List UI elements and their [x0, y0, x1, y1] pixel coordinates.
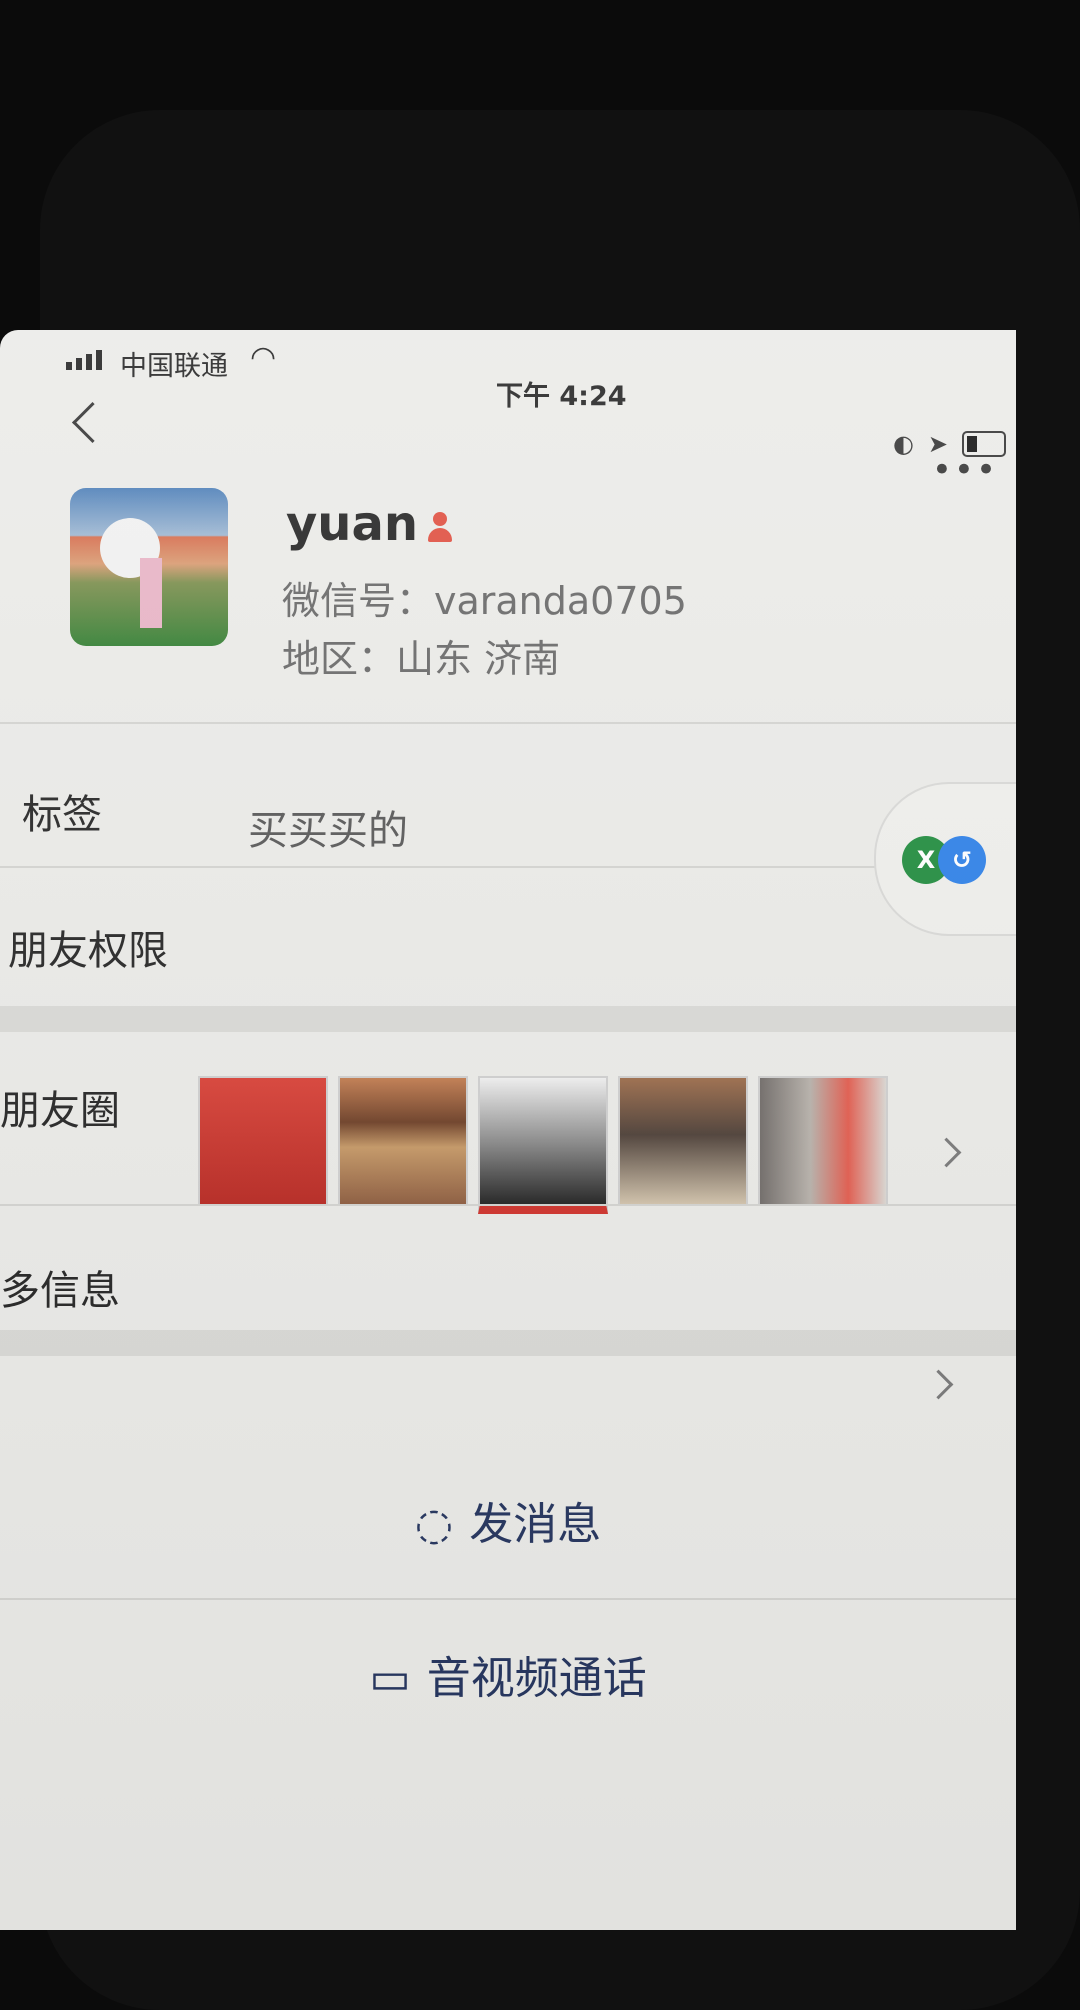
moments-photos[interactable] — [198, 1076, 888, 1214]
wechat-id: 微信号：varanda0705 — [282, 579, 687, 623]
carrier-name: 中国联通 — [120, 351, 228, 382]
section-separator — [0, 1006, 1016, 1032]
friend-permissions-label: 朋友权限 — [8, 928, 168, 974]
more-info-chevron-icon[interactable] — [923, 1369, 954, 1400]
moments-photo[interactable] — [758, 1076, 888, 1206]
wechat-profile-screen: 中国联通 ◠ 下午 4:24 ◐ ➤ ••• yuan 微信号：varanda0… — [0, 330, 1016, 1930]
profile-divider — [0, 722, 1016, 724]
person-icon — [425, 512, 455, 542]
status-time: 下午 4:24 — [496, 381, 627, 412]
more-info-label: 多信息 — [0, 1268, 120, 1314]
wifi-icon: ◠ — [250, 340, 277, 375]
moments-photo[interactable] — [478, 1076, 608, 1214]
video-icon: ▭ — [369, 1653, 411, 1704]
video-call-label: 音视频通话 — [426, 1653, 647, 1704]
tags-divider — [0, 866, 1016, 868]
video-call-button[interactable]: ▭ 音视频通话 — [0, 1642, 1016, 1706]
avatar[interactable] — [70, 488, 228, 646]
back-icon[interactable] — [71, 401, 114, 444]
region: 地区：山东 济南 — [282, 637, 561, 681]
signal-icon — [66, 350, 102, 370]
action-divider — [0, 1598, 1016, 1600]
moments-photo[interactable] — [338, 1076, 468, 1206]
profile-name: yuan — [286, 496, 419, 552]
more-icon[interactable]: ••• — [932, 450, 998, 490]
chat-icon: ◌ — [414, 1499, 454, 1550]
section-separator — [0, 1330, 1016, 1356]
floating-badge-refresh: ↺ — [938, 836, 986, 884]
moments-chevron-icon[interactable] — [931, 1137, 962, 1168]
moments-label: 朋友圈 — [0, 1088, 120, 1134]
moments-photo[interactable] — [198, 1076, 328, 1206]
status-bar: 中国联通 ◠ 下午 4:24 ◐ ➤ — [66, 340, 1006, 458]
send-message-label: 发消息 — [469, 1499, 602, 1550]
tags-label: 标签 — [22, 792, 102, 838]
rotation-lock-icon: ◐ — [892, 430, 914, 458]
send-message-button[interactable]: ◌ 发消息 — [0, 1488, 1016, 1552]
moments-photo[interactable] — [618, 1076, 748, 1206]
moments-divider — [0, 1204, 1016, 1206]
tags-value[interactable]: 买买买的 — [248, 798, 408, 856]
floating-badge-card[interactable]: X ↺ — [874, 782, 1016, 936]
